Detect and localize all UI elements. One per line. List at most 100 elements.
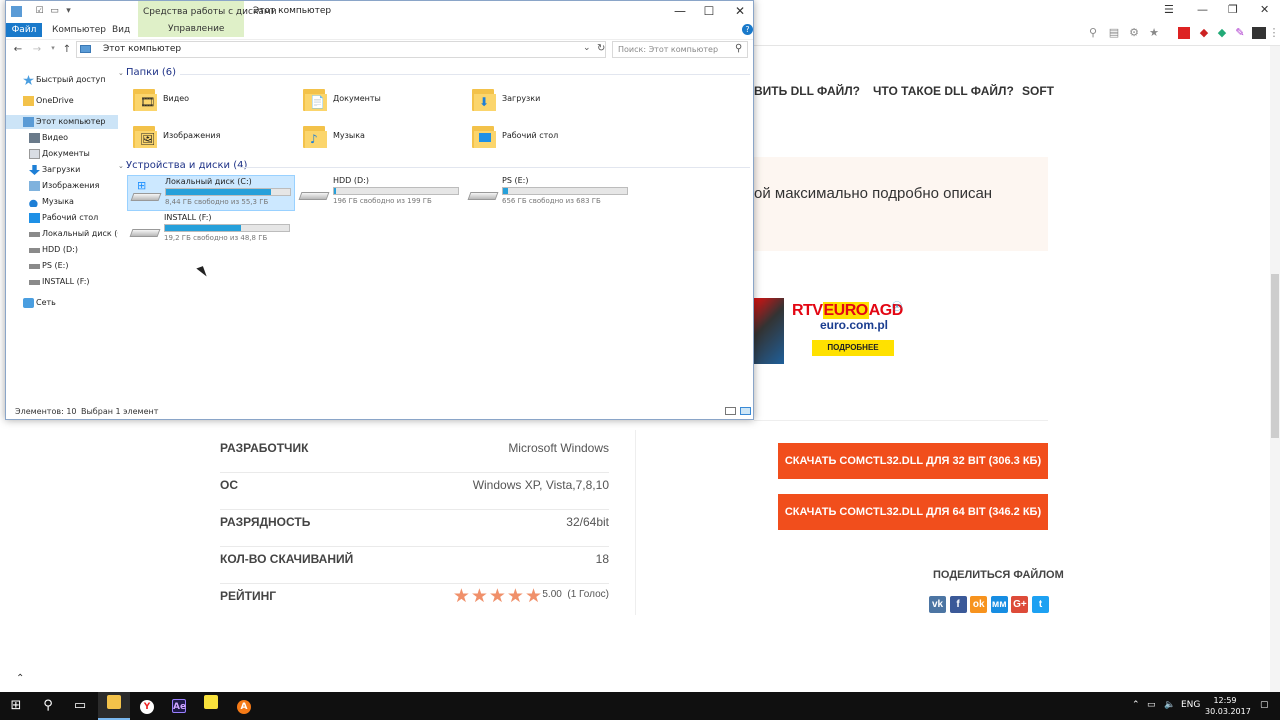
nav-item[interactable]: Документы	[6, 147, 118, 161]
tab-computer[interactable]: Компьютер	[52, 25, 106, 35]
nav-item[interactable]: PS (E:)	[6, 259, 118, 273]
minimize-button[interactable]: —	[1197, 3, 1208, 16]
folder-desktop[interactable]: Рабочий стол	[472, 122, 642, 154]
ribbon: Файл Компьютер Вид ?	[6, 23, 753, 37]
folder-downloads[interactable]: ⬇ Загрузки	[472, 85, 642, 117]
details-view-icon[interactable]	[725, 407, 736, 415]
nav-item[interactable]: Сеть	[6, 296, 118, 310]
nav-item[interactable]: Загрузки	[6, 163, 118, 177]
tray-chevron-icon[interactable]: ⌃	[1132, 700, 1140, 710]
folder-video[interactable]: 🎞 Видео	[133, 85, 303, 117]
search-icon[interactable]: ⚲	[1087, 27, 1099, 39]
info-key: РЕЙТИНГ	[220, 589, 277, 603]
pen-icon[interactable]: ✎	[1234, 27, 1246, 39]
taskbar-yandex-browser-icon[interactable]: Y	[131, 692, 163, 720]
bookmark-star-icon[interactable]: ★	[1148, 27, 1160, 39]
maximize-button[interactable]: ☐	[703, 4, 715, 18]
nav-item[interactable]: Этот компьютер	[6, 115, 118, 129]
new-folder-icon[interactable]: ▭	[49, 6, 60, 17]
nav-item[interactable]: HDD (D:)	[6, 243, 118, 257]
taskbar-after-effects-icon[interactable]: Ae	[163, 692, 195, 720]
info-row: РАЗРАБОТЧИК Microsoft Windows	[220, 436, 609, 473]
forward-arrow-icon[interactable]: →	[32, 44, 42, 55]
restore-button[interactable]: ❐	[1228, 3, 1238, 16]
customize-quick-access-icon[interactable]: ▾	[63, 6, 74, 17]
taskbar-sticky-notes-icon[interactable]	[195, 692, 227, 720]
drive-tile[interactable]: INSTALL (F:) 19,2 ГБ свободно из 48,8 ГБ	[127, 212, 295, 248]
search-input[interactable]: Поиск: Этот компьютер ⚲	[612, 41, 748, 58]
close-button[interactable]: ✕	[734, 4, 746, 18]
extension-icon[interactable]: ◆	[1216, 27, 1228, 39]
taskbar-avast-icon[interactable]: A	[228, 692, 260, 720]
search-icon[interactable]: ⚲	[32, 692, 64, 720]
tray-volume-icon[interactable]: 🔈	[1164, 700, 1175, 710]
group-header-folders[interactable]: ⌄ Папки (6)	[118, 67, 176, 78]
minimize-button[interactable]: —	[674, 4, 686, 18]
nav-item[interactable]: Видео	[6, 131, 118, 145]
refresh-icon[interactable]: ↻	[597, 43, 605, 54]
rating-stars[interactable]: ★★★★★	[453, 585, 543, 607]
share-button[interactable]: мм	[990, 596, 1008, 613]
task-view-icon[interactable]: ▭	[64, 692, 96, 720]
download-64bit-button[interactable]: СКАЧАТЬ COMCTL32.DLL ДЛЯ 64 BIT (346.2 К…	[778, 494, 1048, 530]
taskbar-explorer-icon[interactable]	[98, 692, 130, 720]
group-header-drives[interactable]: ⌄ Устройства и диски (4)	[118, 160, 247, 171]
site-nav-item[interactable]: ЧТО ТАКОЕ DLL ФАЙЛ?	[873, 84, 1014, 98]
nav-item[interactable]: INSTALL (F:)	[6, 275, 118, 289]
nav-item[interactable]: OneDrive	[6, 94, 118, 108]
scroll-top-icon[interactable]: ⌃	[16, 673, 24, 684]
extension-icon[interactable]: ◆	[1198, 27, 1210, 39]
reader-icon[interactable]: ▤	[1108, 27, 1120, 39]
start-button[interactable]: ⊞	[0, 692, 32, 720]
up-arrow-icon[interactable]: ↑	[62, 44, 72, 55]
folder-music[interactable]: ♪ Музыка	[303, 122, 473, 154]
recent-locations-icon[interactable]: ▾	[48, 44, 58, 52]
drive-tile[interactable]: ⊞ Локальный диск (C:) 8,44 ГБ свободно из …	[127, 175, 295, 211]
menu-icon[interactable]: ☰	[1164, 3, 1174, 16]
share-button[interactable]: f	[949, 596, 967, 613]
page-scrollbar[interactable]	[1270, 46, 1280, 692]
language-indicator[interactable]: ENG	[1181, 700, 1200, 710]
nav-item[interactable]: Быстрый доступ	[6, 73, 118, 87]
site-nav-item[interactable]: ВИТЬ DLL ФАЙЛ?	[754, 84, 860, 98]
chevron-down-icon[interactable]: ⌄	[583, 43, 591, 53]
tray-network-icon[interactable]: ▭	[1147, 700, 1156, 710]
share-button[interactable]: vk	[929, 596, 946, 613]
scrollbar-thumb[interactable]	[1271, 274, 1279, 438]
browser-toolbar: ⚲ ▤ ⚙ ★ ◆ ◆ ✎ ⋮	[754, 20, 1280, 46]
properties-icon[interactable]: ☑	[34, 6, 45, 17]
back-arrow-icon[interactable]: ←	[13, 44, 23, 55]
notifications-icon[interactable]: ▢	[1260, 700, 1269, 710]
share-button[interactable]: G+	[1011, 596, 1029, 613]
ad-close-icon[interactable]: ⓧ	[892, 298, 902, 313]
nav-item[interactable]: Локальный диск (C	[6, 227, 118, 241]
nav-item[interactable]: Рабочий стол	[6, 211, 118, 225]
nav-item[interactable]: Музыка	[6, 195, 118, 209]
help-icon[interactable]: ?	[742, 24, 753, 35]
drive-free-space: 19,2 ГБ свободно из 48,8 ГБ	[164, 234, 268, 242]
drive-tile[interactable]: HDD (D:) 196 ГБ свободно из 199 ГБ	[296, 175, 464, 211]
settings-icon[interactable]: ⚙	[1128, 27, 1140, 39]
folder-documents[interactable]: 📄 Документы	[303, 85, 473, 117]
browser-titlebar: ☰ — ❐ ✕	[754, 0, 1280, 20]
extension-icon[interactable]	[1178, 27, 1190, 39]
share-button[interactable]: ok	[970, 596, 988, 613]
site-nav-item[interactable]: SOFT	[1022, 84, 1054, 98]
address-input[interactable]: Этот компьютер ⌄ ↻	[76, 41, 606, 58]
close-button[interactable]: ✕	[1260, 3, 1269, 16]
drive-tile[interactable]: PS (E:) 656 ГБ свободно из 683 ГБ	[465, 175, 633, 211]
ad-more-button[interactable]: ПОДРОБНЕЕ	[812, 340, 894, 356]
documents-folder-icon: 📄	[303, 86, 327, 112]
tab-view[interactable]: Вид	[112, 25, 130, 35]
clock[interactable]: 12:59 30.03.2017	[1205, 695, 1251, 717]
advertisement-banner[interactable]: RTVEUROAGD euro.com.pl ПОДРОБНЕЕ ⓧ	[754, 296, 904, 366]
download-32bit-button[interactable]: СКАЧАТЬ COMCTL32.DLL ДЛЯ 32 BIT (306.3 К…	[778, 443, 1048, 479]
folder-pictures[interactable]: 🖼 Изображения	[133, 122, 303, 154]
nav-item[interactable]: Изображения	[6, 179, 118, 193]
tiles-view-icon[interactable]	[740, 407, 751, 415]
tab-file[interactable]: Файл	[6, 23, 42, 37]
extension-icon[interactable]	[1252, 27, 1266, 39]
more-icon[interactable]: ⋮	[1268, 27, 1280, 39]
computer-icon	[11, 6, 22, 17]
share-button[interactable]: t	[1032, 596, 1049, 613]
